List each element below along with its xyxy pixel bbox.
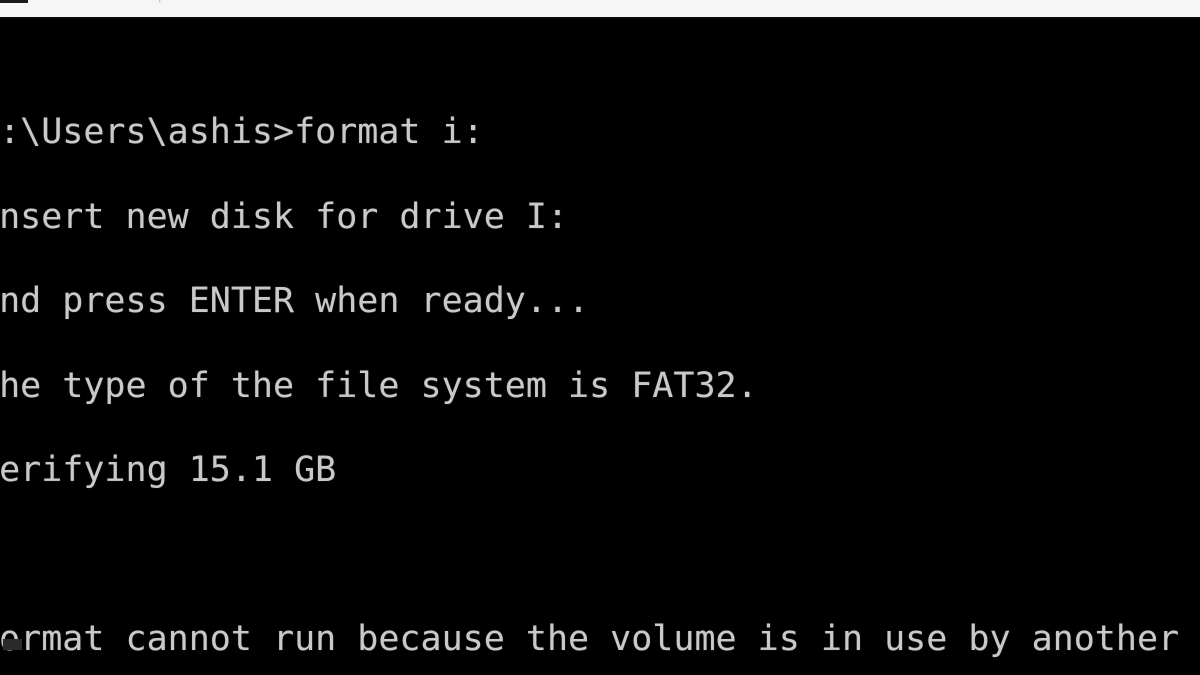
console-line-verifying: Verifying 15.1 GB <box>0 450 337 490</box>
text-cursor <box>3 639 22 650</box>
console-line-error-volume-in-use: format cannot run because the volume is … <box>0 619 1180 659</box>
window-title-bar[interactable]: Command Prompt - format i: <box>0 0 1200 17</box>
console-lines: C:\Users\ashis>format i: Insert new disk… <box>0 71 1200 675</box>
console-line-press-enter: and press ENTER when ready... <box>0 281 590 321</box>
terminal-icon <box>0 0 28 3</box>
console-line-blank <box>0 532 1200 579</box>
console-line-prompt-command: C:\Users\ashis>format i: <box>0 112 484 152</box>
console-output-area[interactable]: C:\Users\ashis>format i: Insert new disk… <box>0 19 1200 675</box>
title-bar-inner: Command Prompt - format i: <box>0 0 1200 17</box>
command-prompt-window: Command Prompt - format i: C:\Users\ashi… <box>0 0 1200 675</box>
console-line-file-system: The type of the file system is FAT32. <box>0 365 758 406</box>
window-title: Command Prompt - format i: <box>60 0 232 3</box>
console-line-insert-disk: Insert new disk for drive I: <box>0 196 569 237</box>
